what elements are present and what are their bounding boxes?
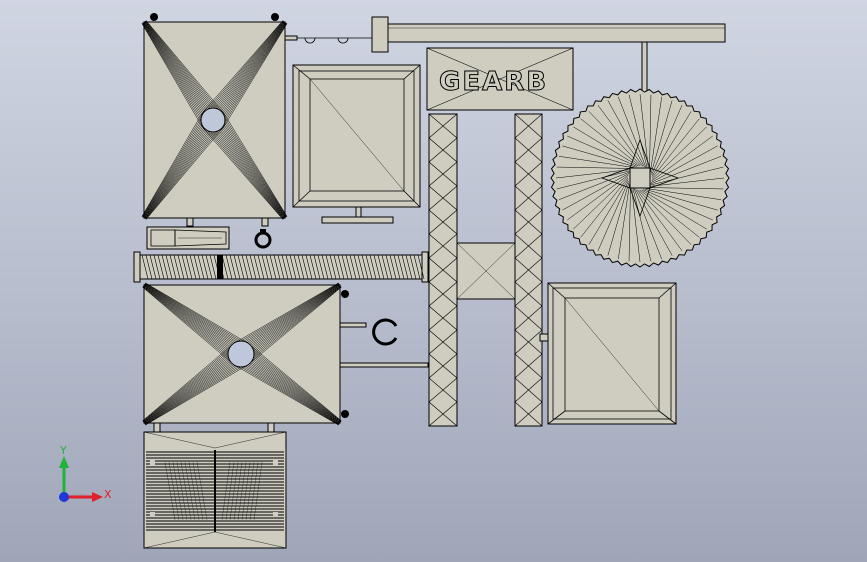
framed-panel-upper[interactable]	[292, 64, 421, 224]
hub-hole	[200, 107, 226, 133]
x-axis-label: X	[104, 488, 112, 501]
coordinate-triad: Y X	[59, 444, 112, 502]
x-braced-panel-middle[interactable]	[142, 282, 429, 434]
y-axis-label: Y	[59, 444, 67, 457]
small-bracket-block[interactable]	[146, 226, 230, 250]
c-clip-part[interactable]	[372, 318, 398, 346]
threaded-spring-rod[interactable]	[133, 251, 429, 283]
h-frame-structure[interactable]	[428, 113, 549, 427]
spur-gear[interactable]	[550, 88, 730, 268]
small-ring-part[interactable]	[254, 229, 272, 249]
gearb-engraving: GEARB	[439, 67, 548, 97]
gearb-nameplate[interactable]: GEARB	[426, 47, 574, 111]
cad-graphics-viewport[interactable]: GEARB Y X	[0, 0, 867, 562]
hatched-cover-panel[interactable]	[143, 431, 287, 549]
framed-panel-lower[interactable]	[547, 282, 677, 425]
x-braced-panel-top[interactable]	[141, 13, 288, 227]
hub-hole	[227, 340, 255, 368]
